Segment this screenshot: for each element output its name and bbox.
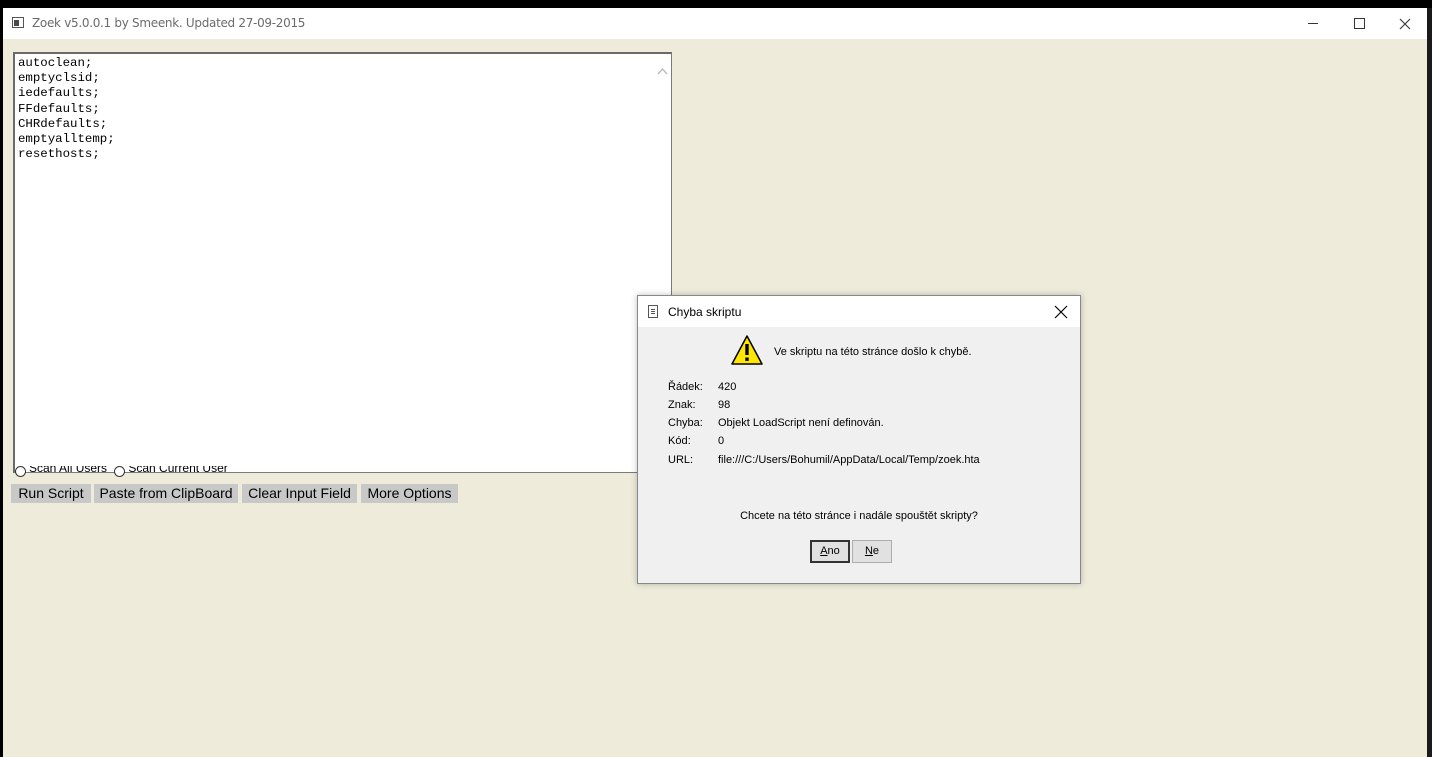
run-script-button[interactable]: Run Script xyxy=(11,484,91,503)
dialog-close-button[interactable] xyxy=(1052,303,1070,321)
scan-options: Scan All Users Scan Current User xyxy=(15,466,315,478)
field-label-code: Kód: xyxy=(668,435,691,447)
field-label-error: Chyba: xyxy=(668,417,703,429)
close-button[interactable] xyxy=(1382,8,1428,39)
script-text[interactable]: autoclean; emptyclsid; iedefaults; FFdef… xyxy=(18,56,115,162)
field-label-char: Znak: xyxy=(668,399,696,411)
window-title: Zoek v5.0.0.1 by Smeenk. Updated 27-09-2… xyxy=(32,16,306,30)
field-value-url: file:///C:/Users/Bohumil/AppData/Local/T… xyxy=(718,454,980,466)
radio-circle[interactable] xyxy=(114,466,126,478)
field-value-char: 98 xyxy=(718,399,731,411)
dialog-title-bar[interactable]: Chyba skriptu xyxy=(638,296,1080,327)
radio-label-current-user: Scan Current User xyxy=(128,466,228,475)
field-value-line: 420 xyxy=(718,381,737,393)
dialog-title: Chyba skriptu xyxy=(668,305,742,319)
maximize-button[interactable] xyxy=(1336,8,1382,39)
field-label-url: URL: xyxy=(668,454,694,466)
minimize-button[interactable] xyxy=(1290,8,1336,39)
radio-circle[interactable] xyxy=(15,466,26,478)
script-input[interactable]: autoclean; emptyclsid; iedefaults; FFdef… xyxy=(13,52,672,473)
yes-accelerator: A xyxy=(820,545,828,557)
chevron-up-icon[interactable] xyxy=(657,67,668,75)
close-icon xyxy=(1054,305,1068,319)
yes-label: no xyxy=(827,545,840,557)
no-accelerator: N xyxy=(864,545,873,557)
app-window-icon xyxy=(12,17,24,28)
no-button[interactable]: Ne xyxy=(852,540,892,563)
close-icon xyxy=(1399,18,1411,30)
radio-scan-all-users[interactable]: Scan All Users xyxy=(15,466,111,478)
radio-label-all-users: Scan All Users xyxy=(29,466,108,475)
document-icon xyxy=(648,305,658,318)
background-edge xyxy=(1427,8,1432,757)
title-bar[interactable]: Zoek v5.0.0.1 by Smeenk. Updated 27-09-2… xyxy=(3,8,1427,39)
field-label-line: Řádek: xyxy=(668,381,703,393)
paste-clipboard-button[interactable]: Paste from ClipBoard xyxy=(94,484,238,503)
yes-button[interactable]: Ano xyxy=(810,540,850,563)
no-label: e xyxy=(872,545,880,557)
radio-scan-current-user[interactable]: Scan Current User xyxy=(114,466,231,478)
field-value-error: Objekt LoadScript není definován. xyxy=(718,417,884,429)
more-options-button[interactable]: More Options xyxy=(361,484,458,503)
script-error-dialog: Chyba skriptu Ve skriptu na této stránce… xyxy=(637,295,1081,584)
clear-input-button[interactable]: Clear Input Field xyxy=(242,484,357,503)
dialog-question: Chcete na této stránce i nadále spouštět… xyxy=(740,510,978,522)
dialog-message: Ve skriptu na této stránce došlo k chybě… xyxy=(774,346,972,358)
warning-icon xyxy=(731,335,763,365)
field-value-code: 0 xyxy=(718,435,725,447)
